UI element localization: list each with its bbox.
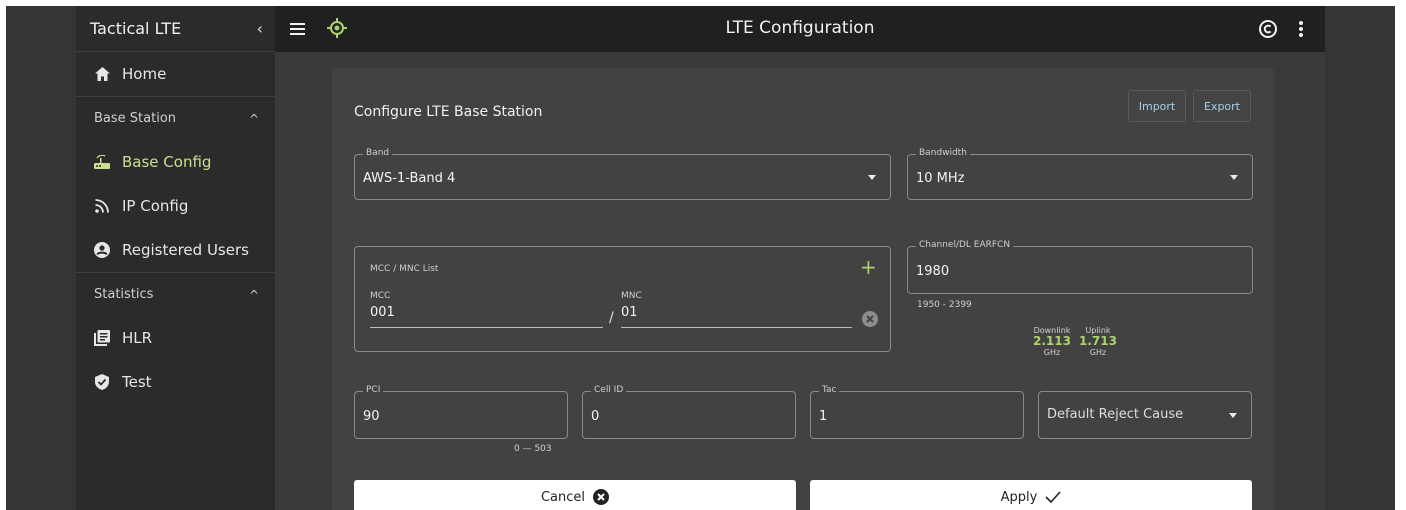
reject-cause-select[interactable]: Default Reject Cause (1038, 391, 1252, 439)
sidebar-item-test[interactable]: Test (76, 360, 275, 404)
dropdown-arrow-icon (1229, 413, 1237, 418)
add-icon[interactable]: + (860, 255, 877, 279)
mnc-label: MNC (621, 291, 642, 301)
sidebar-section-base-station[interactable]: Base Station ^ (76, 96, 275, 140)
earfcn-value: 1980 (916, 264, 950, 279)
chevron-up-icon: ^ (248, 111, 259, 126)
earfcn-range: 1950 - 2399 (917, 300, 972, 310)
apply-button[interactable]: Apply (810, 480, 1252, 510)
top-app-bar: LTE Configuration (275, 6, 1325, 52)
mcc-mnc-list: MCC / MNC List + MCC 001 / MNC 01 (354, 246, 891, 352)
cell-id-label: Cell ID (591, 385, 627, 395)
downlink-value: 2.113 (1033, 334, 1071, 348)
sidebar-item-home[interactable]: Home (76, 52, 275, 96)
sidebar-item-label: IP Config (122, 197, 189, 215)
left-margin (6, 6, 76, 510)
pci-label: PCI (363, 385, 384, 395)
sidebar-item-label: Test (122, 373, 152, 391)
mcc-mnc-separator: / (609, 310, 614, 326)
dropdown-arrow-icon (868, 175, 876, 180)
pci-input[interactable]: PCI 90 (354, 385, 568, 439)
sidebar-item-hlr[interactable]: HLR (76, 316, 275, 360)
cancel-label: Cancel (540, 489, 586, 505)
sidebar-item-ip-config[interactable]: IP Config (76, 184, 275, 228)
sidebar-item-label: Home (122, 65, 167, 83)
reject-cause-placeholder: Default Reject Cause (1047, 407, 1184, 422)
remove-circle-icon[interactable] (862, 311, 878, 327)
close-circle-icon (593, 489, 610, 505)
mcc-label: MCC (370, 291, 391, 301)
sidebar-section-statistics[interactable]: Statistics ^ (76, 272, 275, 316)
section-label: Statistics (94, 287, 154, 302)
right-margin (1325, 6, 1395, 510)
pci-value: 90 (363, 409, 380, 424)
cell-id-value: 0 (591, 409, 600, 424)
bandwidth-select[interactable]: Bandwidth 10 MHz (907, 148, 1253, 200)
page-title: LTE Configuration (725, 18, 875, 38)
app-frame: Tactical LTE ‹ Home Base Station ^ Base … (6, 6, 1395, 510)
export-button[interactable]: Export (1193, 90, 1251, 122)
copyright-icon[interactable] (1258, 19, 1278, 39)
downlink-frequency: Downlink 2.113 GHz (1029, 326, 1075, 357)
band-value: AWS-1-Band 4 (363, 171, 456, 186)
uplink-value: 1.713 (1079, 334, 1117, 348)
more-vertical-icon[interactable] (1297, 18, 1305, 40)
dropdown-arrow-icon (1230, 175, 1238, 180)
uplink-unit: GHz (1089, 348, 1107, 357)
sidebar-item-label: Base Config (122, 153, 212, 171)
apply-label: Apply (1000, 489, 1038, 505)
collapse-sidebar-icon[interactable]: ‹ (257, 19, 263, 38)
sidebar: Tactical LTE ‹ Home Base Station ^ Base … (76, 6, 275, 510)
card-title: Configure LTE Base Station (354, 104, 543, 120)
earfcn-input[interactable]: Channel/DL EARFCN 1980 (907, 240, 1253, 294)
chevron-up-icon: ^ (248, 287, 259, 302)
app-title: Tactical LTE (90, 19, 182, 38)
router-icon (94, 154, 110, 170)
home-icon (94, 66, 110, 82)
mnc-input[interactable]: 01 (621, 305, 852, 328)
check-icon (1045, 490, 1061, 504)
sidebar-item-label: Registered Users (122, 241, 249, 259)
cell-id-input[interactable]: Cell ID 0 (582, 385, 796, 439)
pci-range: 0 — 503 (514, 444, 552, 454)
bandwidth-value: 10 MHz (916, 171, 965, 186)
uplink-frequency: Uplink 1.713 GHz (1075, 326, 1121, 357)
section-label: Base Station (94, 111, 177, 126)
base-station-config-card: Configure LTE Base Station Import Export… (332, 68, 1274, 510)
sidebar-item-base-config[interactable]: Base Config (76, 140, 275, 184)
rss-icon (94, 198, 110, 214)
sidebar-header: Tactical LTE ‹ (76, 6, 275, 52)
tac-value: 1 (819, 409, 828, 424)
band-select[interactable]: Band AWS-1-Band 4 (354, 148, 891, 200)
account-circle-icon (94, 242, 110, 258)
sidebar-item-registered-users[interactable]: Registered Users (76, 228, 275, 272)
cancel-button[interactable]: Cancel (354, 480, 796, 510)
tac-label: Tac (819, 385, 840, 395)
import-button[interactable]: Import (1128, 90, 1186, 122)
earfcn-label: Channel/DL EARFCN (916, 240, 1014, 250)
library-icon (94, 330, 110, 346)
downlink-unit: GHz (1043, 348, 1061, 357)
mcc-input[interactable]: 001 (370, 305, 603, 328)
mcc-mnc-title: MCC / MNC List (370, 264, 439, 274)
mnc-value: 01 (621, 305, 638, 320)
shield-check-icon (94, 374, 110, 390)
sidebar-item-label: HLR (122, 329, 153, 347)
mcc-value: 001 (370, 305, 395, 320)
band-label: Band (363, 148, 393, 158)
tac-input[interactable]: Tac 1 (810, 385, 1024, 439)
bandwidth-label: Bandwidth (916, 148, 970, 158)
